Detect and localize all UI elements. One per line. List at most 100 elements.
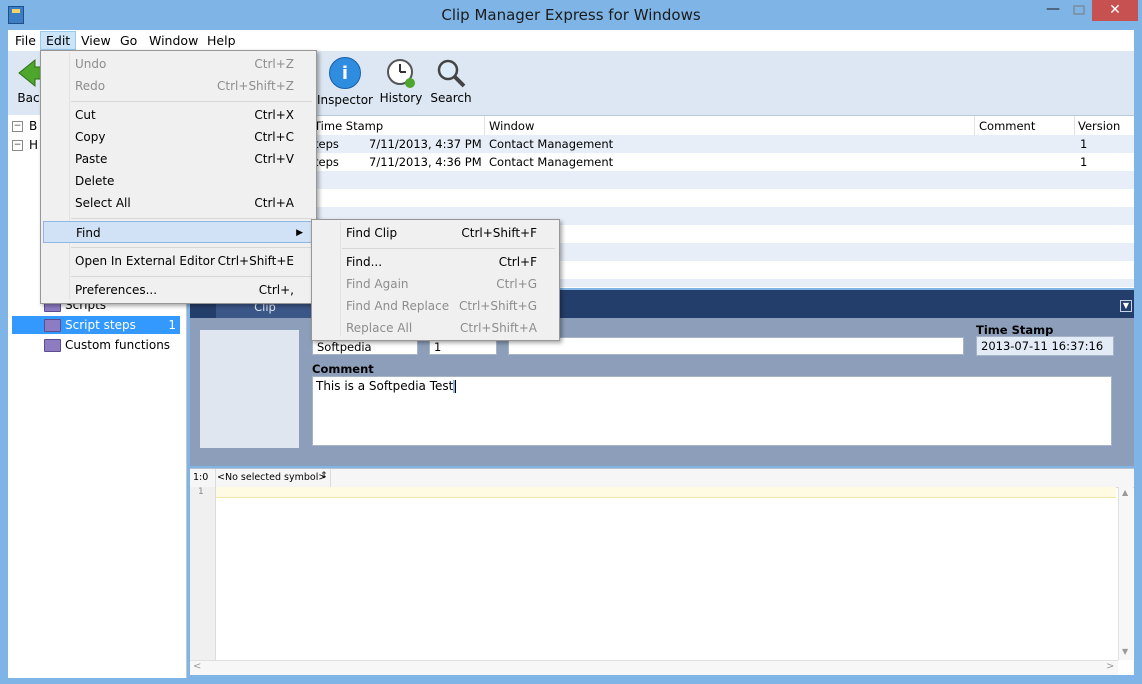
menu-item-open-external-editor[interactable]: Open In External Editor Ctrl+Shift+E xyxy=(43,250,314,272)
menu-item-delete[interactable]: Delete xyxy=(43,170,314,192)
search-label: Search xyxy=(430,91,472,105)
find-submenu: Find Clip Ctrl+Shift+F Find... Ctrl+F Find… xyxy=(311,219,560,341)
comment-textarea[interactable]: This is a Softpedia Test xyxy=(312,376,1112,446)
menu-item-shortcut: Ctrl+Shift+G xyxy=(458,299,537,313)
code-editor[interactable]: 1:0 <No selected symbol> ⇕ 1 ▲ ▼ < > xyxy=(190,468,1134,675)
tree-node[interactable]: − H xyxy=(12,136,38,154)
symbol-dropdown-icon[interactable]: ⇕ xyxy=(320,471,328,481)
symbol-selector[interactable]: <No selected symbol> xyxy=(217,472,326,483)
menu-item-copy[interactable]: Copy Ctrl+C xyxy=(43,126,314,148)
menu-item-shortcut: Ctrl+, xyxy=(258,283,294,297)
window-field[interactable] xyxy=(508,337,964,355)
menu-item-find-and-replace[interactable]: Find And Replace Ctrl+Shift+G xyxy=(314,295,557,317)
timestamp-value: 2013-07-11 16:37:16 xyxy=(976,336,1114,356)
column-comment[interactable]: Comment xyxy=(979,119,1035,133)
cell-time: 7/11/2013, 4:37 PM xyxy=(369,137,482,151)
menu-item-label: Cut xyxy=(75,108,96,122)
info-icon: i xyxy=(329,57,361,89)
menu-item-label: Undo xyxy=(75,57,107,71)
minimize-button[interactable]: — xyxy=(1040,0,1066,22)
editor-navigation-bar: 1:0 <No selected symbol> ⇕ xyxy=(190,469,1134,488)
menu-item-shortcut: Ctrl+Shift+A xyxy=(460,321,537,335)
menu-item-label: Open In External Editor xyxy=(75,254,215,268)
menu-item-label: Find Clip xyxy=(346,226,398,240)
empty-row xyxy=(190,171,1134,189)
menu-view[interactable]: View xyxy=(76,32,116,49)
collapse-icon[interactable]: − xyxy=(12,140,23,151)
history-button[interactable]: History xyxy=(378,57,424,105)
clip-list-header: Time Stamp Window Comment Version xyxy=(190,116,1134,136)
menu-item-label: Copy xyxy=(75,130,106,144)
menu-item-label: Find And Replace xyxy=(346,299,450,313)
collapse-icon[interactable]: − xyxy=(12,121,23,132)
horizontal-scrollbar[interactable]: < > xyxy=(190,660,1118,675)
cell-time: 7/11/2013, 4:36 PM xyxy=(369,155,482,169)
line-number-gutter: 1 xyxy=(190,487,216,660)
column-time-stamp[interactable]: Time Stamp xyxy=(314,119,383,133)
comment-text: This is a Softpedia Test xyxy=(316,379,454,393)
cell-window: Contact Management xyxy=(489,137,614,151)
menu-item-label: Find xyxy=(76,226,101,240)
maximize-button[interactable] xyxy=(1066,0,1092,22)
menu-item-shortcut: Ctrl+X xyxy=(254,108,294,122)
menu-item-redo[interactable]: Redo Ctrl+Shift+Z xyxy=(43,75,314,97)
menu-item-label: Preferences... xyxy=(75,283,158,297)
scroll-right-icon[interactable]: > xyxy=(1106,661,1114,672)
search-button[interactable]: Search xyxy=(428,57,474,105)
app-window: Clip Manager Express for Windows — ✕ Fil… xyxy=(0,0,1142,684)
menu-item-find[interactable]: Find ▶ xyxy=(43,221,312,243)
column-version[interactable]: Version xyxy=(1078,119,1120,133)
cell-version: 1 xyxy=(1080,137,1088,151)
menu-bar: File Edit View Go Window Help xyxy=(8,30,1134,51)
menu-item-preferences[interactable]: Preferences... Ctrl+, xyxy=(43,279,314,301)
menu-item-label: Find... xyxy=(346,255,383,269)
comment-label: Comment xyxy=(312,362,374,376)
menu-window[interactable]: Window xyxy=(144,32,203,49)
column-window[interactable]: Window xyxy=(489,119,534,133)
menu-item-shortcut: Ctrl+G xyxy=(496,277,537,291)
tree-item-custom-functions[interactable]: Custom functions xyxy=(44,336,170,354)
menu-item-label: Select All xyxy=(75,196,131,210)
text-caret xyxy=(453,380,457,393)
maximize-icon xyxy=(1073,5,1085,15)
close-button[interactable]: ✕ xyxy=(1092,0,1138,21)
menu-edit[interactable]: Edit xyxy=(40,31,77,50)
inspector-button[interactable]: i Inspector xyxy=(314,57,376,107)
timestamp-label: Time Stamp xyxy=(976,323,1054,337)
menu-item-select-all[interactable]: Select All Ctrl+A xyxy=(43,192,314,214)
menu-help[interactable]: Help xyxy=(202,32,241,49)
scroll-left-icon[interactable]: < xyxy=(193,661,201,672)
vertical-scrollbar[interactable]: ▲ ▼ xyxy=(1118,487,1133,660)
submenu-arrow-icon: ▶ xyxy=(296,228,303,238)
menu-item-cut[interactable]: Cut Ctrl+X xyxy=(43,104,314,126)
cursor-position: 1:0 xyxy=(193,472,209,483)
menu-go[interactable]: Go xyxy=(115,32,142,49)
table-row[interactable]: teps 7/11/2013, 4:36 PM Contact Manageme… xyxy=(190,153,1134,171)
menu-item-shortcut: Ctrl+F xyxy=(498,255,537,269)
menu-item-shortcut: Ctrl+A xyxy=(254,196,294,210)
table-row[interactable]: teps 7/11/2013, 4:37 PM Contact Manageme… xyxy=(190,135,1134,153)
scroll-up-icon[interactable]: ▲ xyxy=(1122,488,1128,497)
menu-item-find-dialog[interactable]: Find... Ctrl+F xyxy=(314,251,557,273)
menu-item-paste[interactable]: Paste Ctrl+V xyxy=(43,148,314,170)
menu-item-undo[interactable]: Undo Ctrl+Z xyxy=(43,53,314,75)
menu-item-find-clip[interactable]: Find Clip Ctrl+Shift+F xyxy=(314,222,557,244)
menu-item-replace-all[interactable]: Replace All Ctrl+Shift+A xyxy=(314,317,557,339)
tree-item-script-steps[interactable]: Script steps 1 xyxy=(12,316,180,334)
tree-node[interactable]: − B xyxy=(12,117,37,135)
menu-item-label: Paste xyxy=(75,152,108,166)
menu-item-label: Redo xyxy=(75,79,106,93)
menu-item-label: Replace All xyxy=(346,321,413,335)
scroll-down-icon[interactable]: ▼ xyxy=(1122,647,1128,656)
tree-item-label: Script steps xyxy=(65,318,136,332)
menu-item-shortcut: Ctrl+Shift+E xyxy=(217,254,294,268)
menu-item-label: Delete xyxy=(75,174,115,188)
menu-item-shortcut: Ctrl+Shift+F xyxy=(461,226,537,240)
menu-file[interactable]: File xyxy=(10,32,41,49)
cell-version: 1 xyxy=(1080,155,1088,169)
menu-item-find-again[interactable]: Find Again Ctrl+G xyxy=(314,273,557,295)
collapse-panel-icon[interactable]: ▼ xyxy=(1120,300,1132,312)
menu-item-shortcut: Ctrl+Z xyxy=(254,57,294,71)
tree-node-label: B xyxy=(29,119,38,133)
cell-name: teps xyxy=(314,155,339,169)
